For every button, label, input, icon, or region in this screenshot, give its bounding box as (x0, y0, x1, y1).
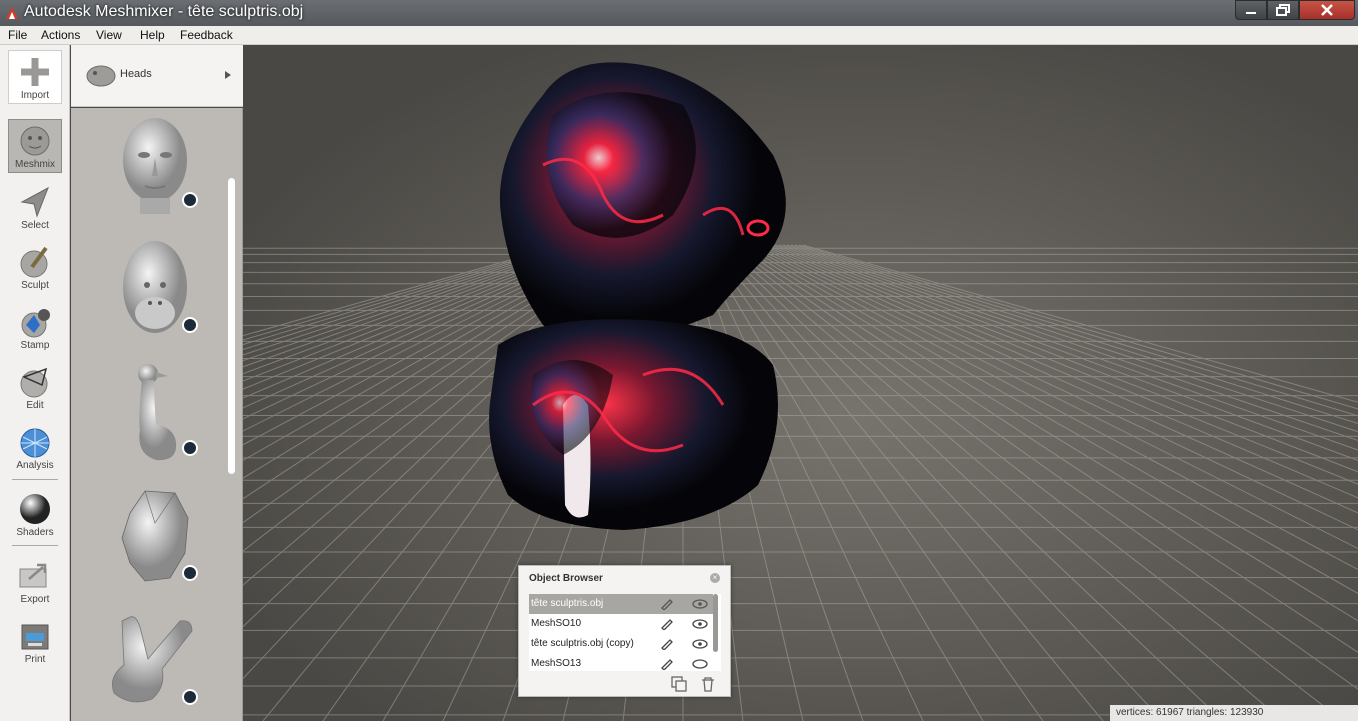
visibility-eye-icon[interactable] (692, 658, 708, 670)
gorilla-head-thumbnail (123, 241, 187, 333)
stamp-button[interactable]: Stamp (8, 301, 62, 355)
export-icon (19, 563, 47, 588)
object-name: MeshSO13 (531, 658, 582, 669)
item-info-icon[interactable] (182, 689, 198, 705)
export-button[interactable]: Export (8, 555, 62, 609)
menu-feedback[interactable]: Feedback (180, 28, 233, 42)
edit-sphere-icon (20, 367, 48, 398)
menu-actions[interactable]: Actions (41, 28, 80, 42)
menu-bar: File Actions View Help Feedback (0, 26, 1358, 45)
minimize-button[interactable] (1235, 0, 1267, 20)
library-item-gorilla-head[interactable] (100, 235, 210, 350)
library-item-hand-peace[interactable] (100, 607, 210, 721)
analysis-mesh-icon (20, 428, 50, 458)
library-category-label: Heads (120, 68, 152, 80)
visibility-eye-icon[interactable] (692, 638, 708, 650)
library-category-selector[interactable]: Heads (71, 45, 243, 107)
stamp-icon (21, 309, 50, 338)
object-list: tête sculptris.obj MeshSO10 tête sculptr… (529, 594, 721, 671)
menu-help[interactable]: Help (140, 28, 165, 42)
edit-button[interactable]: Edit (8, 361, 62, 415)
menu-view[interactable]: View (96, 28, 122, 42)
3d-viewport[interactable] (243, 45, 1358, 721)
select-button[interactable]: Select (8, 181, 62, 235)
object-name: tête sculptris.obj (531, 598, 604, 609)
window-title: Autodesk Meshmixer - tête sculptris.obj (24, 3, 304, 20)
object-name: tête sculptris.obj (copy) (531, 638, 634, 649)
meshmixer-window: Autodesk Meshmixer - tête sculptris.obj … (0, 0, 1358, 721)
lock-edit-icon[interactable] (660, 598, 674, 610)
meshmix-button[interactable]: Meshmix (8, 119, 62, 173)
item-info-icon[interactable] (182, 317, 198, 333)
left-toolbar: Import Meshmix Select Sculpt Stamp Edit … (0, 45, 70, 721)
menu-file[interactable]: File (8, 28, 27, 42)
object-row[interactable]: tête sculptris.obj (529, 594, 713, 614)
analysis-button[interactable]: Analysis (8, 421, 62, 475)
toolbar-divider (12, 545, 58, 546)
shaders-button[interactable]: Shaders (8, 488, 62, 542)
close-icon (1321, 4, 1333, 16)
object-name: MeshSO10 (531, 618, 582, 629)
print-button[interactable]: Print (8, 615, 62, 669)
item-info-icon[interactable] (182, 192, 198, 208)
library-item-bird-body[interactable] (100, 358, 210, 473)
object-browser-panel: Object Browser × tête sculptris.obj Mesh… (518, 565, 731, 697)
shaders-sphere-icon (20, 494, 50, 524)
sculpt-button[interactable]: Sculpt (8, 241, 62, 295)
title-bar: Autodesk Meshmixer - tête sculptris.obj (0, 0, 1358, 26)
object-browser-title: Object Browser (529, 573, 603, 584)
object-row[interactable]: MeshSO10 (529, 614, 713, 634)
low-poly-head-thumbnail (121, 490, 189, 582)
lock-edit-icon[interactable] (660, 618, 674, 630)
object-list-scrollbar[interactable] (713, 594, 718, 652)
library-item-low-poly-head[interactable] (100, 483, 210, 598)
maximize-button[interactable] (1267, 0, 1299, 20)
restore-icon (1276, 4, 1290, 16)
meshmixer-logo-icon (6, 7, 18, 19)
library-item-human-head[interactable] (100, 110, 210, 225)
heads-category-icon (86, 65, 116, 87)
chevron-right-icon (225, 71, 231, 79)
sculpt-brush-icon (20, 246, 48, 278)
item-info-icon[interactable] (182, 565, 198, 581)
object-row[interactable]: MeshSO13 (529, 654, 713, 671)
lock-edit-icon[interactable] (660, 658, 674, 670)
lock-edit-icon[interactable] (660, 638, 674, 650)
printer-icon (21, 624, 49, 650)
import-button[interactable]: Import (8, 50, 62, 104)
visibility-eye-icon[interactable] (692, 598, 708, 610)
status-bar: vertices: 61967 triangles: 123930 (1110, 705, 1358, 721)
visibility-eye-icon[interactable] (692, 618, 708, 630)
human-head-thumbnail (123, 118, 187, 214)
select-arrow-icon (20, 186, 49, 218)
duplicate-icon[interactable] (671, 676, 687, 692)
object-row[interactable]: tête sculptris.obj (copy) (529, 634, 713, 654)
trash-icon[interactable] (700, 676, 716, 692)
minimize-icon (1246, 12, 1256, 14)
sculpted-mesh-model[interactable] (243, 45, 1358, 721)
plus-icon (21, 58, 49, 86)
toolbar-divider (12, 479, 58, 480)
item-info-icon[interactable] (182, 440, 198, 456)
close-button[interactable] (1299, 0, 1355, 20)
bird-body-thumbnail (138, 364, 177, 461)
close-icon[interactable]: × (710, 573, 720, 583)
meshmix-bunny-icon (20, 126, 50, 156)
library-scrollbar[interactable] (228, 178, 235, 474)
